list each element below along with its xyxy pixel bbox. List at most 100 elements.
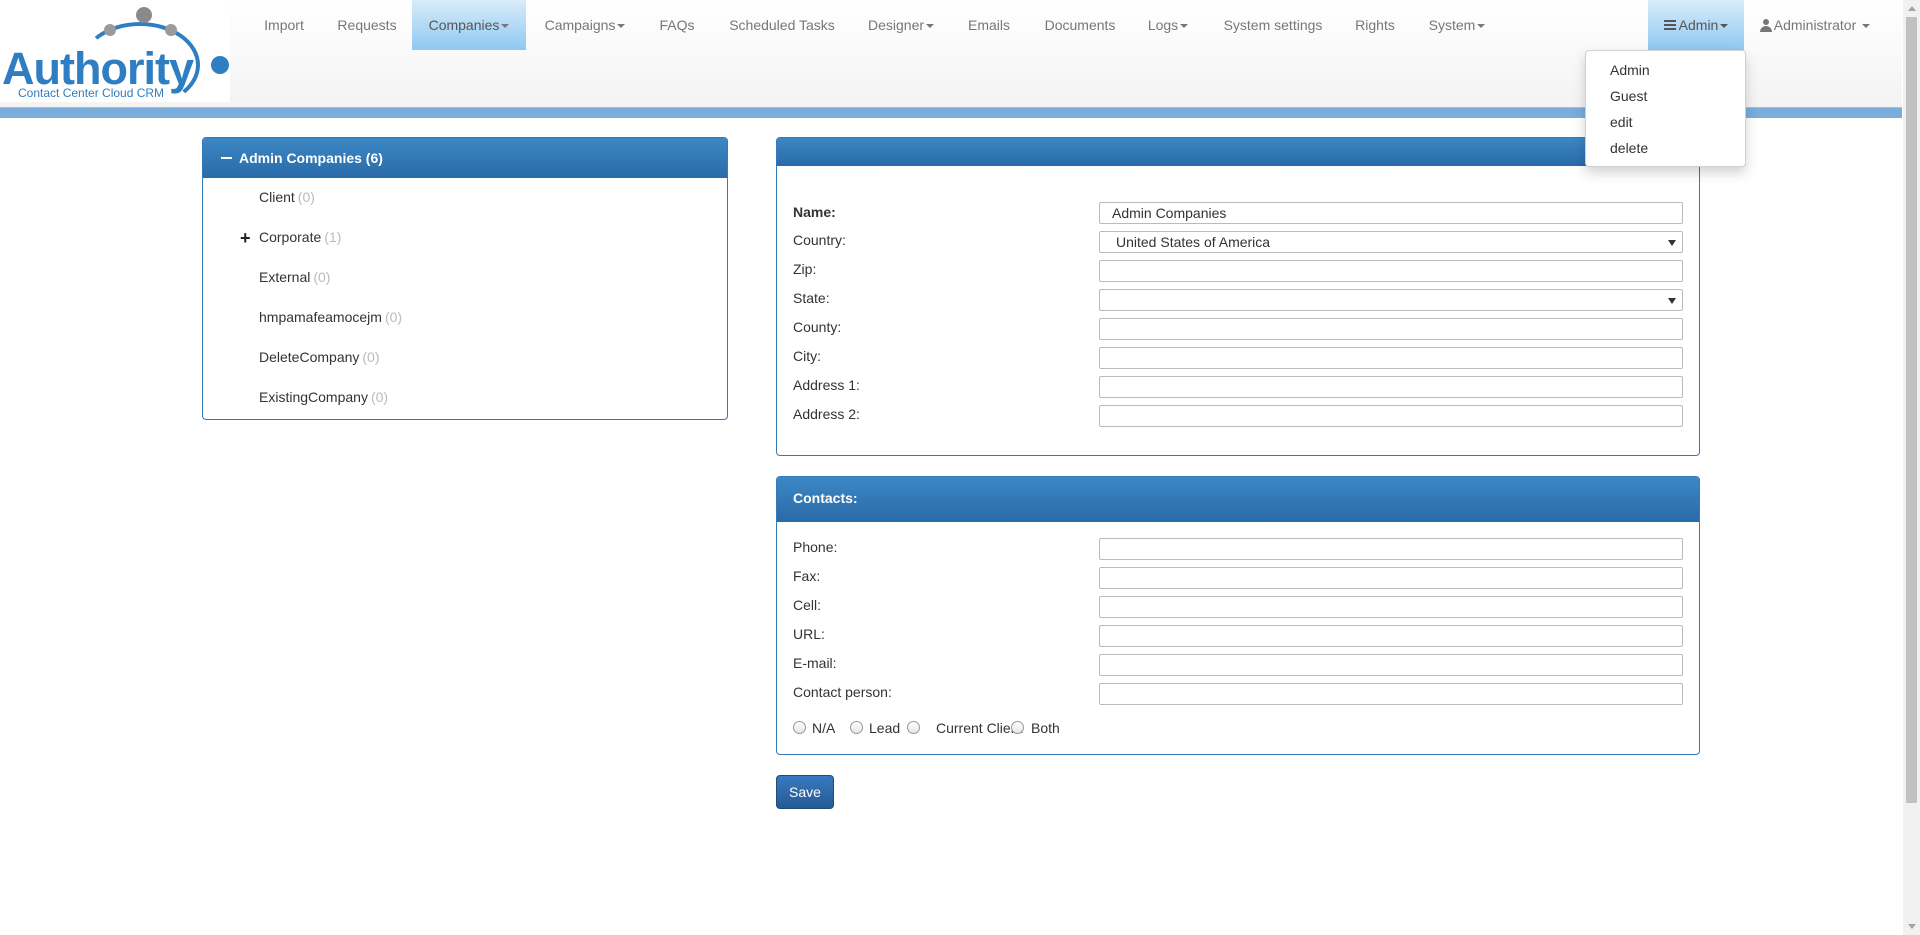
tree-title: Admin Companies (6)	[239, 150, 383, 166]
radio-both[interactable]	[1011, 721, 1024, 734]
radio-both-label: Both	[1031, 720, 1060, 736]
nav-documents[interactable]: Documents	[1030, 0, 1130, 50]
logo-person-icon	[165, 24, 177, 36]
logo-word: Authority	[2, 43, 194, 94]
county-label: County:	[793, 319, 842, 335]
dropdown-item-delete[interactable]: delete	[1610, 138, 1648, 158]
country-select[interactable]: United States of America	[1099, 231, 1683, 253]
radio-current-client-label: Current Client	[936, 720, 1023, 736]
city-label: City:	[793, 348, 821, 364]
details-panel-header	[777, 138, 1699, 166]
nav-system[interactable]: System	[1410, 0, 1504, 50]
nav-user-label: Administrator	[1773, 17, 1857, 33]
fax-label: Fax:	[793, 568, 821, 584]
nav-role-admin[interactable]: Admin	[1648, 0, 1744, 50]
url-input[interactable]	[1099, 625, 1683, 647]
city-input[interactable]	[1099, 347, 1683, 369]
nav-scheduled-tasks-label: Scheduled Tasks	[729, 17, 835, 33]
radio-na[interactable]	[793, 721, 806, 734]
tree-item-client[interactable]: Client (0)	[259, 189, 315, 205]
tree-item-external[interactable]: External (0)	[259, 269, 330, 285]
caret-down-icon	[1477, 24, 1486, 29]
scroll-up-arrow-icon[interactable]	[1908, 6, 1916, 11]
tree-header[interactable]: Admin Companies (6)	[203, 138, 727, 178]
address2-label: Address 2:	[793, 406, 860, 422]
nav-emails-label: Emails	[967, 17, 1010, 33]
scroll-down-arrow-icon[interactable]	[1908, 924, 1916, 929]
nav-documents-label: Documents	[1044, 17, 1116, 33]
tree-item-name: External	[259, 269, 311, 285]
nav-system-settings[interactable]: System settings	[1206, 0, 1340, 50]
caret-down-icon	[617, 24, 626, 29]
radio-current-client[interactable]	[907, 721, 920, 734]
country-selected-value: United States of America	[1116, 234, 1271, 250]
tree-item-name: hmpamafeamocejm	[259, 309, 382, 325]
state-select[interactable]	[1099, 289, 1683, 311]
nav-requests-label: Requests	[337, 17, 397, 33]
address1-label: Address 1:	[793, 377, 860, 393]
nav-scheduled-tasks[interactable]: Scheduled Tasks	[712, 0, 852, 50]
nav-companies[interactable]: Companies	[412, 0, 526, 50]
tree-item-corporate[interactable]: Corporate (1)	[259, 229, 341, 245]
cell-input[interactable]	[1099, 596, 1683, 618]
contact-person-input[interactable]	[1099, 683, 1683, 705]
nav-designer-label: Designer	[867, 17, 925, 33]
email-input[interactable]	[1099, 654, 1683, 676]
address2-input[interactable]	[1099, 405, 1683, 427]
page-scrollbar[interactable]	[1903, 0, 1920, 935]
tree-item-count: (0)	[370, 389, 389, 405]
contacts-panel: Contacts: Phone: Fax: Cell: URL: E-mail:…	[776, 476, 1700, 755]
role-dropdown-menu: Admin Guest edit delete	[1585, 50, 1746, 167]
nav-system-settings-label: System settings	[1223, 17, 1323, 33]
contacts-title: Contacts:	[793, 490, 858, 506]
contact-person-label: Contact person:	[793, 684, 892, 700]
nav-rights-label: Rights	[1355, 17, 1395, 33]
scroll-thumb[interactable]	[1906, 17, 1917, 803]
nav-requests[interactable]: Requests	[320, 0, 414, 50]
nav-faqs[interactable]: FAQs	[644, 0, 710, 50]
company-tree-panel: Admin Companies (6) Client (0) + Corporat…	[202, 137, 728, 420]
nav-campaigns[interactable]: Campaigns	[526, 0, 644, 50]
nav-companies-label: Companies	[428, 17, 500, 33]
caret-down-icon	[1720, 24, 1729, 29]
phone-label: Phone:	[793, 539, 838, 555]
tree-item-name: ExistingCompany	[259, 389, 368, 405]
nav-logs[interactable]: Logs	[1130, 0, 1206, 50]
nav-import-label: Import	[264, 17, 304, 33]
logo-tagline: Contact Center Cloud CRM	[18, 86, 165, 100]
caret-down-icon	[926, 24, 935, 29]
logo-dot	[211, 56, 229, 74]
dropdown-item-admin[interactable]: Admin	[1610, 60, 1650, 80]
radio-lead[interactable]	[850, 721, 863, 734]
collapse-minus-icon[interactable]	[221, 157, 232, 159]
authority-logo[interactable]: Authority Contact Center Cloud CRM	[0, 2, 230, 108]
state-label: State:	[793, 290, 830, 306]
dropdown-item-edit[interactable]: edit	[1610, 112, 1633, 132]
tree-item-existingcompany[interactable]: ExistingCompany (0)	[259, 389, 388, 405]
tree-item-name: DeleteCompany	[259, 349, 360, 365]
county-input[interactable]	[1099, 318, 1683, 340]
nav-emails[interactable]: Emails	[950, 0, 1028, 50]
address1-input[interactable]	[1099, 376, 1683, 398]
zip-input[interactable]	[1099, 260, 1683, 282]
radio-lead-label: Lead	[869, 720, 901, 736]
tree-item-name: Client	[259, 189, 295, 205]
phone-input[interactable]	[1099, 538, 1683, 560]
tree-item-deletecompany[interactable]: DeleteCompany (0)	[259, 349, 380, 365]
nav-campaigns-label: Campaigns	[544, 17, 616, 33]
cell-label: Cell:	[793, 597, 822, 613]
name-input[interactable]	[1099, 202, 1683, 224]
save-button[interactable]: Save	[776, 775, 834, 809]
fax-input[interactable]	[1099, 567, 1683, 589]
tree-item-count: (0)	[384, 309, 403, 325]
dropdown-item-guest[interactable]: Guest	[1610, 86, 1647, 106]
logo-person-icon	[104, 24, 116, 36]
nav-logs-label: Logs	[1147, 17, 1179, 33]
tree-item-hmpamafeamocejm[interactable]: hmpamafeamocejm (0)	[259, 309, 402, 325]
nav-rights[interactable]: Rights	[1340, 0, 1410, 50]
zip-label: Zip:	[793, 261, 817, 277]
nav-designer[interactable]: Designer	[852, 0, 950, 50]
nav-user-administrator[interactable]: Administrator	[1744, 0, 1886, 50]
nav-import[interactable]: Import	[250, 0, 318, 50]
expand-plus-icon[interactable]: +	[240, 229, 251, 247]
